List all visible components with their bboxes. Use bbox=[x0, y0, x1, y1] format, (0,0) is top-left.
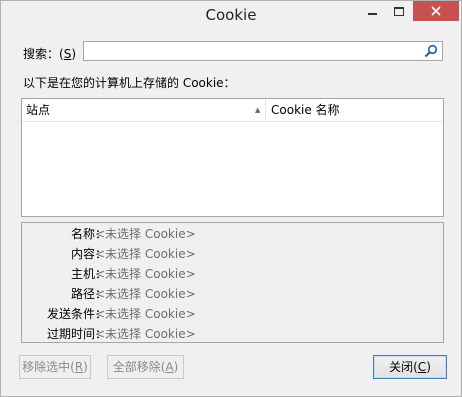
maximize-icon bbox=[394, 6, 404, 16]
minimize-button[interactable] bbox=[359, 1, 385, 21]
close-button[interactable]: 关闭(C) bbox=[373, 355, 447, 379]
detail-value: <未选择 Cookie> bbox=[95, 227, 196, 241]
search-input[interactable] bbox=[84, 42, 422, 60]
column-header-cookie-name[interactable]: Cookie 名称 bbox=[266, 99, 443, 122]
column-header-site[interactable]: 站点 ▲ bbox=[22, 99, 266, 122]
minimize-icon bbox=[367, 12, 377, 15]
sort-ascending-icon: ▲ bbox=[255, 106, 261, 114]
detail-row-expires: 过期时间： <未选择 Cookie> bbox=[22, 324, 443, 344]
detail-row-content: 内容： <未选择 Cookie> bbox=[22, 244, 443, 264]
detail-value: <未选择 Cookie> bbox=[95, 267, 196, 281]
detail-row-host: 主机： <未选择 Cookie> bbox=[22, 264, 443, 284]
detail-value: <未选择 Cookie> bbox=[95, 307, 196, 321]
detail-row-name: 名称： <未选择 Cookie> bbox=[22, 224, 443, 244]
detail-value: <未选择 Cookie> bbox=[95, 287, 196, 301]
detail-value: <未选择 Cookie> bbox=[95, 247, 196, 261]
maximize-button[interactable] bbox=[386, 1, 412, 21]
search-box[interactable] bbox=[83, 41, 443, 61]
detail-value: <未选择 Cookie> bbox=[95, 327, 196, 341]
detail-row-send-for: 发送条件： <未选择 Cookie> bbox=[22, 304, 443, 324]
search-icon[interactable] bbox=[424, 44, 438, 58]
cookie-details: 名称： <未选择 Cookie> 内容： <未选择 Cookie> 主机： <未… bbox=[21, 222, 444, 343]
cookie-dialog: Cookie 搜索：(S) 以下是在您的计算机上存储的 Cookie： 站点 ▲… bbox=[0, 0, 462, 397]
detail-row-path: 路径： <未选择 Cookie> bbox=[22, 284, 443, 304]
column-site-label: 站点 bbox=[26, 103, 51, 117]
remove-selected-button[interactable]: 移除选中(R) bbox=[19, 355, 91, 379]
cookie-list[interactable]: 站点 ▲ Cookie 名称 bbox=[21, 98, 444, 217]
column-name-label: Cookie 名称 bbox=[271, 103, 340, 117]
remove-all-button[interactable]: 全部移除(A) bbox=[107, 355, 184, 379]
cookie-list-caption: 以下是在您的计算机上存储的 Cookie： bbox=[23, 76, 236, 90]
title-bar[interactable]: Cookie bbox=[1, 1, 461, 31]
close-window-button[interactable] bbox=[413, 1, 459, 21]
search-label: 搜索：(S) bbox=[23, 47, 76, 61]
close-icon bbox=[431, 6, 441, 16]
